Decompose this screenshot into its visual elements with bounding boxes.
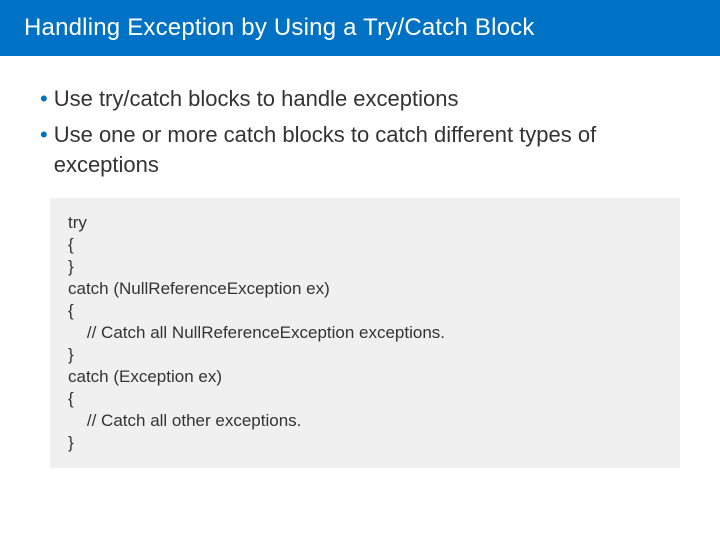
bullet-icon: • xyxy=(40,84,48,114)
bullet-text: Use try/catch blocks to handle exception… xyxy=(54,84,459,114)
bullet-item: • Use try/catch blocks to handle excepti… xyxy=(40,84,680,114)
slide-title: Handling Exception by Using a Try/Catch … xyxy=(24,14,535,42)
bullet-text: Use one or more catch blocks to catch di… xyxy=(54,120,680,180)
content-area: • Use try/catch blocks to handle excepti… xyxy=(0,56,720,468)
bullet-icon: • xyxy=(40,120,48,150)
title-bar: Handling Exception by Using a Try/Catch … xyxy=(0,0,720,56)
code-block: try { } catch (NullReferenceException ex… xyxy=(50,198,680,468)
bullet-item: • Use one or more catch blocks to catch … xyxy=(40,120,680,180)
